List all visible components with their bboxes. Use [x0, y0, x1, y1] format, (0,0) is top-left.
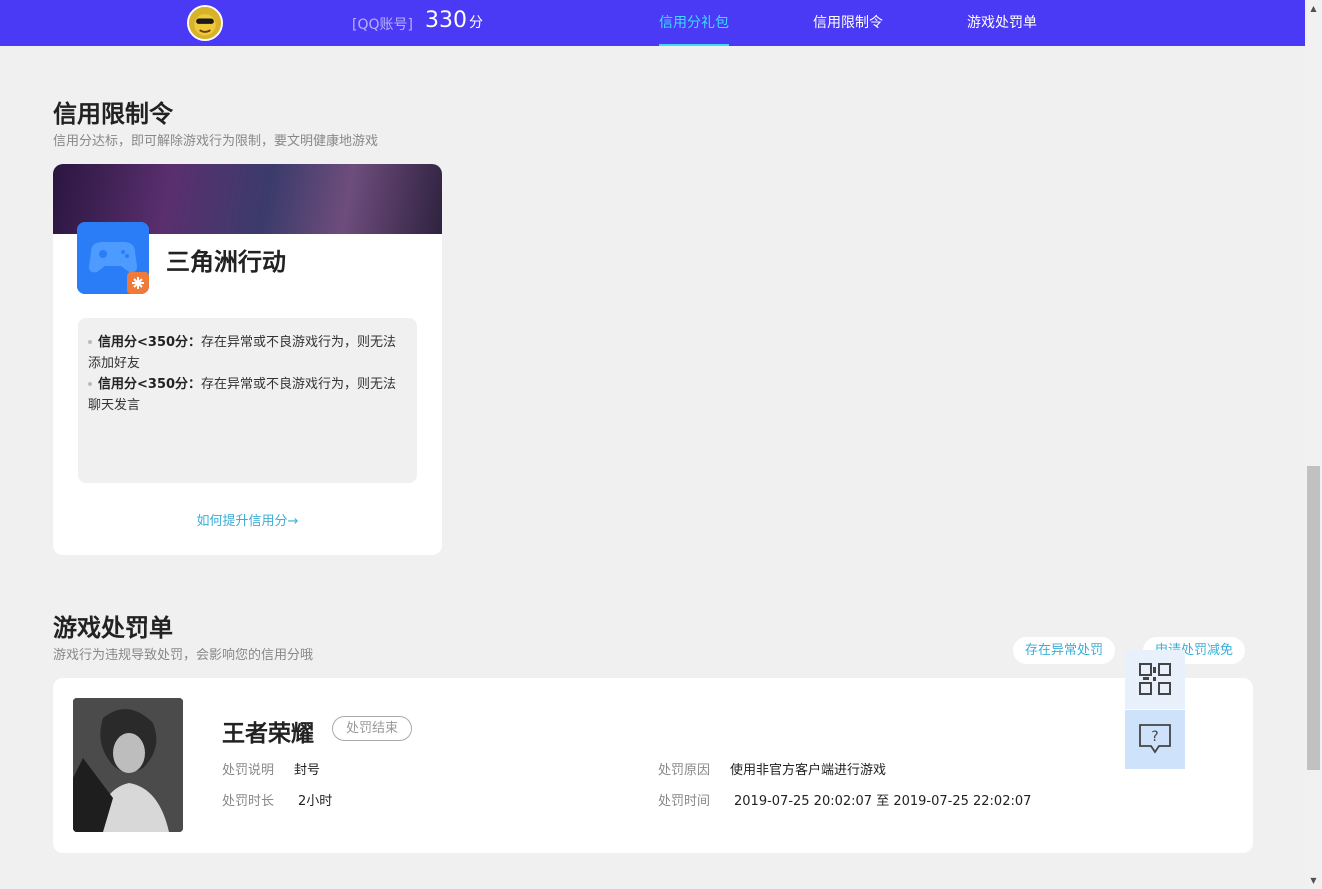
penalty-card: 王者荣耀 处罚结束 处罚说明 封号 处罚时长 2小时 处罚原因 使用非官方客户端… [53, 678, 1253, 853]
limit-section-title: 信用限制令 [53, 100, 173, 128]
top-bar: [QQ账号] 330 分 信用分礼包 信用限制令 游戏处罚单 [0, 0, 1305, 46]
game-logo-icon [77, 222, 149, 294]
svg-text:?: ? [1151, 729, 1158, 745]
limit-card: 三角洲行动 信用分<350分：存在异常或不良游戏行为，则无法添加好友 信用分<3… [53, 164, 442, 555]
bullet-icon [88, 381, 92, 386]
rule-item: 信用分<350分：存在异常或不良游戏行为，则无法聊天发言 [88, 377, 397, 413]
penalty-section-title: 游戏处罚单 [53, 614, 173, 642]
account-label: [QQ账号] [352, 17, 413, 33]
bullet-icon [88, 339, 92, 344]
scrollbar[interactable]: ▲ ▼ [1305, 0, 1322, 889]
help-chat-icon: ? [1139, 724, 1171, 754]
rule-item: 信用分<350分：存在异常或不良游戏行为，则无法添加好友 [88, 335, 397, 371]
penalty-time-label: 处罚时间 [658, 794, 711, 809]
status-badge: 处罚结束 [332, 716, 413, 741]
scroll-down-arrow-icon[interactable]: ▼ [1305, 872, 1322, 889]
penalty-reason-label: 处罚原因 [658, 763, 711, 778]
penalty-desc-value: 封号 [294, 763, 321, 778]
nav-credit-limit[interactable]: 信用限制令 [813, 0, 883, 46]
nav-credit-gift[interactable]: 信用分礼包 [659, 0, 729, 46]
game-hero-image [73, 698, 183, 832]
penalty-desc-label: 处罚说明 [222, 763, 275, 778]
credit-score: 330 分 [425, 8, 483, 33]
penalty-time-value: 2019-07-25 20:02:07 至 2019-07-25 22:02:0… [734, 794, 1032, 809]
scroll-thumb[interactable] [1307, 466, 1320, 770]
avatar[interactable] [187, 5, 223, 41]
penalty-duration-value: 2小时 [298, 794, 333, 809]
penalty-section-subtitle: 游戏行为违规导致处罚，会影响您的信用分哦 [53, 648, 314, 663]
limit-section-subtitle: 信用分达标，即可解除游戏行为限制，要文明健康地游戏 [53, 134, 379, 149]
qr-code-button[interactable] [1125, 650, 1185, 709]
nav-game-penalty[interactable]: 游戏处罚单 [967, 0, 1037, 46]
penalty-duration-label: 处罚时长 [222, 794, 275, 809]
abnormal-penalty-button[interactable]: 存在异常处罚 [1013, 637, 1116, 664]
qr-code-icon [1139, 663, 1171, 695]
penalty-game-name: 王者荣耀 [222, 721, 314, 747]
limit-game-name: 三角洲行动 [166, 248, 286, 276]
rules-box: 信用分<350分：存在异常或不良游戏行为，则无法添加好友 信用分<350分：存在… [78, 318, 417, 483]
scroll-up-arrow-icon[interactable]: ▲ [1305, 0, 1322, 17]
penalty-reason-value: 使用非官方客户端进行游戏 [730, 763, 887, 778]
help-button[interactable]: ? [1125, 710, 1185, 769]
how-to-improve-link[interactable]: 如何提升信用分→ [53, 510, 442, 529]
